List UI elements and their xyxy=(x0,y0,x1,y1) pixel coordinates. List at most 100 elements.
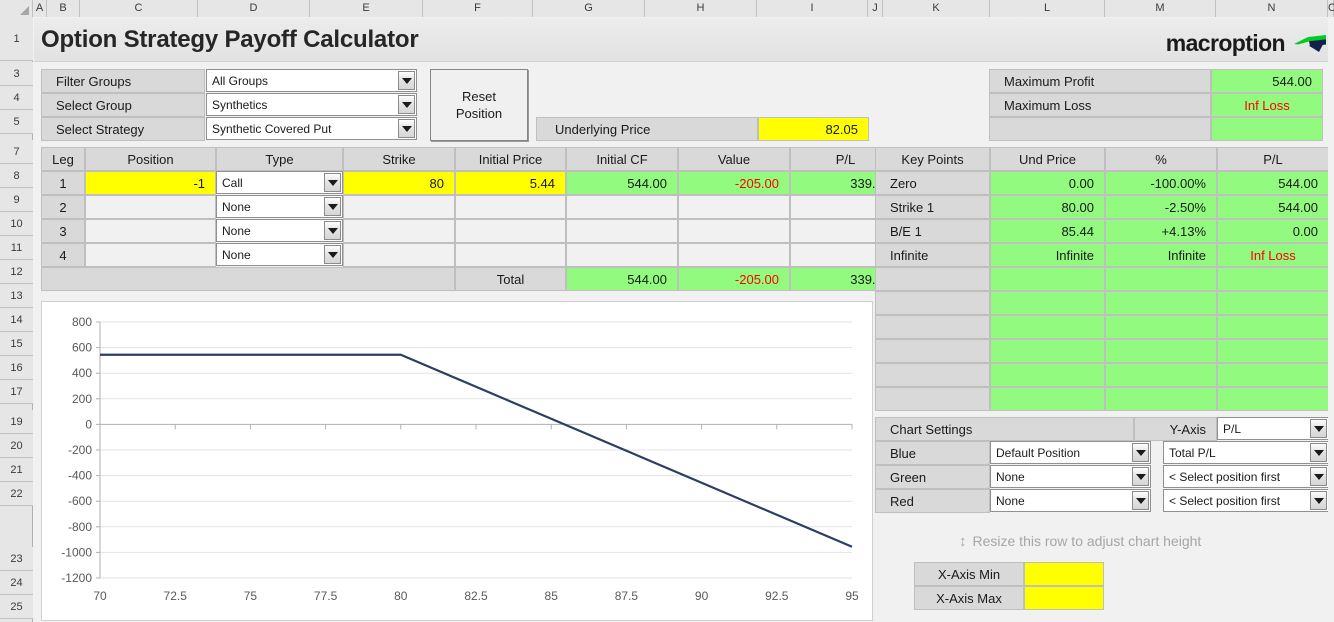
chevron-down-icon[interactable] xyxy=(1132,491,1149,510)
column-header-b[interactable]: B xyxy=(47,0,80,17)
leg1-type-dropdown[interactable]: Call xyxy=(216,171,343,194)
row-header-1[interactable]: 1 xyxy=(0,17,33,61)
chart-series-red-position-dropdown[interactable]: None xyxy=(990,489,1151,512)
svg-text:90: 90 xyxy=(695,589,709,603)
column-header-j[interactable]: J xyxy=(868,0,883,17)
chevron-down-icon[interactable] xyxy=(398,71,415,90)
column-header-e[interactable]: E xyxy=(310,0,423,17)
leg4-type-value: None xyxy=(222,247,251,262)
column-header-o[interactable]: O xyxy=(1328,0,1334,17)
row-header-12[interactable]: 12 xyxy=(0,260,33,284)
chart-series-red-series-dropdown[interactable]: < Select position first xyxy=(1163,489,1329,512)
column-header-d[interactable]: D xyxy=(198,0,310,17)
leg1-initial-price-input[interactable]: 5.44 xyxy=(455,171,566,195)
chevron-down-icon[interactable] xyxy=(398,95,415,114)
maximum-profit-label: Maximum Profit xyxy=(989,69,1211,93)
leg3-type-value: None xyxy=(222,223,251,238)
select-strategy-value: Synthetic Covered Put xyxy=(212,121,332,136)
chevron-down-icon[interactable] xyxy=(324,245,341,264)
filter-groups-dropdown[interactable]: All Groups xyxy=(206,69,417,92)
row-header-23[interactable]: 23 xyxy=(0,547,33,571)
svg-text:75: 75 xyxy=(244,589,258,603)
leg2-type-dropdown[interactable]: None xyxy=(216,195,343,218)
column-header-m[interactable]: M xyxy=(1105,0,1216,17)
y-axis-dropdown[interactable]: P/L xyxy=(1217,417,1329,440)
chart-series-green-series-dropdown[interactable]: < Select position first xyxy=(1163,465,1329,488)
chevron-down-icon[interactable] xyxy=(1310,419,1327,438)
keypoint-empty-row xyxy=(875,315,990,339)
leg2-position-input[interactable] xyxy=(85,195,216,219)
x-axis-max-input[interactable] xyxy=(1024,586,1104,610)
reset-position-button[interactable]: Reset Position xyxy=(430,69,528,141)
chevron-down-icon[interactable] xyxy=(1132,467,1149,486)
payoff-chart[interactable]: 800 600 400 200 0 -200 -400 -600 -800 -1000 -1200 7… xyxy=(41,301,873,621)
row-header-9[interactable]: 9 xyxy=(0,188,33,212)
chevron-down-icon[interactable] xyxy=(1310,491,1327,510)
row-header-10[interactable]: 10 xyxy=(0,212,33,236)
x-axis-min-input[interactable] xyxy=(1024,562,1104,586)
row-header-3[interactable]: 3 xyxy=(0,62,33,86)
chart-series-blue-series-dropdown[interactable]: Total P/L xyxy=(1163,441,1329,464)
row-header-7[interactable]: 7 xyxy=(0,140,33,164)
column-header-l[interactable]: L xyxy=(990,0,1105,17)
leg2-initial-price-input[interactable] xyxy=(455,195,566,219)
leg4-position-input[interactable] xyxy=(85,243,216,267)
select-group-dropdown[interactable]: Synthetics xyxy=(206,93,417,116)
leg4-type-dropdown[interactable]: None xyxy=(216,243,343,266)
macroption-logo: macroption xyxy=(1166,30,1328,57)
chevron-down-icon[interactable] xyxy=(324,197,341,216)
column-header-h[interactable]: H xyxy=(645,0,757,17)
row-header-20[interactable]: 20 xyxy=(0,434,33,458)
leg3-strike-input[interactable] xyxy=(343,219,455,243)
keypoint-empty-row xyxy=(1105,291,1217,315)
leg3-type-dropdown[interactable]: None xyxy=(216,219,343,242)
row-header-21[interactable]: 21 xyxy=(0,458,33,482)
row-header-8[interactable]: 8 xyxy=(0,164,33,188)
legs-header-leg: Leg xyxy=(41,147,85,171)
excel-worksheet: ABCDEFGHIJKLMNO 1 3 4 5 7 8 9 10 11 12 13 14 15 16 17 1… xyxy=(0,0,1334,622)
leg2-strike-input[interactable] xyxy=(343,195,455,219)
row-header-17[interactable]: 17 xyxy=(0,380,33,404)
underlying-price-input[interactable]: 82.05 xyxy=(758,117,869,141)
row-header-4[interactable]: 4 xyxy=(0,86,33,110)
column-header-f[interactable]: F xyxy=(423,0,533,17)
chart-series-blue-position-dropdown[interactable]: Default Position xyxy=(990,441,1151,464)
keypoint-row: Infinite xyxy=(875,243,990,267)
row-header-5[interactable]: 5 xyxy=(0,110,33,134)
chevron-down-icon[interactable] xyxy=(398,119,415,138)
keypoint-row: 544.00 xyxy=(1217,195,1329,219)
row-header-11[interactable]: 11 xyxy=(0,236,33,260)
select-strategy-dropdown[interactable]: Synthetic Covered Put xyxy=(206,117,417,140)
row-header-25[interactable]: 25 xyxy=(0,595,33,619)
leg1-position-input[interactable]: -1 xyxy=(85,171,216,195)
chevron-down-icon[interactable] xyxy=(324,221,341,240)
row-header-15[interactable]: 15 xyxy=(0,332,33,356)
select-all-corner[interactable] xyxy=(0,0,33,17)
row-header-19[interactable]: 19 xyxy=(0,410,33,434)
leg1-strike-input[interactable]: 80 xyxy=(343,171,455,195)
chevron-down-icon[interactable] xyxy=(324,173,341,192)
leg3-position-input[interactable] xyxy=(85,219,216,243)
svg-text:77.5: 77.5 xyxy=(314,589,338,603)
column-header-a[interactable]: A xyxy=(33,0,47,17)
row-header-16[interactable]: 16 xyxy=(0,356,33,380)
leg4-strike-input[interactable] xyxy=(343,243,455,267)
chevron-down-icon[interactable] xyxy=(1132,443,1149,462)
column-header-k[interactable]: K xyxy=(883,0,990,17)
svg-text:600: 600 xyxy=(72,341,92,355)
column-header-c[interactable]: C xyxy=(80,0,198,17)
row-header-14[interactable]: 14 xyxy=(0,308,33,332)
leg3-initial-price-input[interactable] xyxy=(455,219,566,243)
chevron-down-icon[interactable] xyxy=(1310,467,1327,486)
row-header-13[interactable]: 13 xyxy=(0,284,33,308)
logo-text: macroption xyxy=(1165,30,1286,56)
chevron-down-icon[interactable] xyxy=(1310,443,1327,462)
column-header-g[interactable]: G xyxy=(533,0,645,17)
row-header-24[interactable]: 24 xyxy=(0,571,33,595)
column-header-n[interactable]: N xyxy=(1216,0,1328,17)
row-header-22[interactable]: 22 xyxy=(0,482,33,506)
keypoint-row: Inf Loss xyxy=(1217,243,1329,267)
leg4-initial-price-input[interactable] xyxy=(455,243,566,267)
chart-series-green-position-dropdown[interactable]: None xyxy=(990,465,1151,488)
column-header-i[interactable]: I xyxy=(757,0,868,17)
